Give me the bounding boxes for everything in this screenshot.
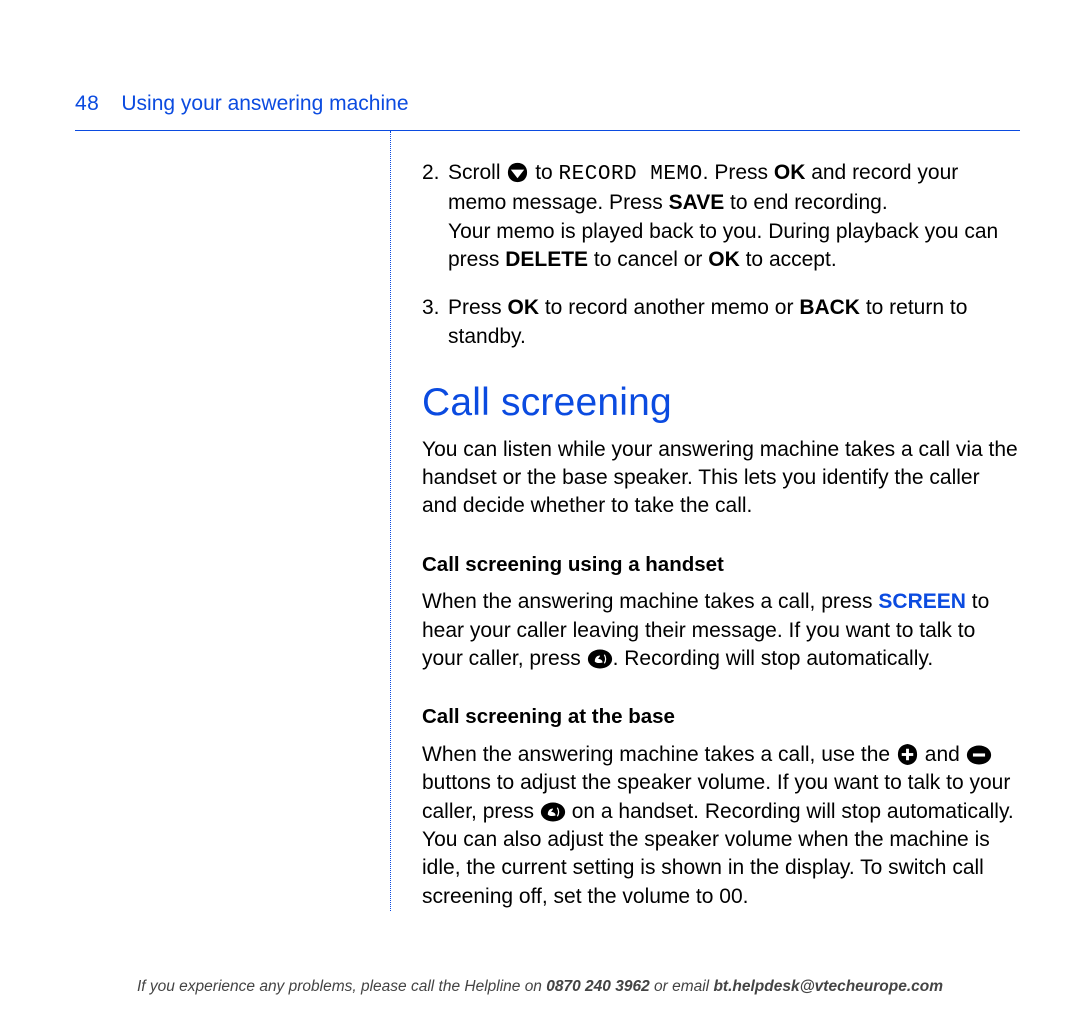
button-label: BACK <box>799 296 860 319</box>
button-label: OK <box>508 296 540 319</box>
page-number: 48 <box>75 92 99 116</box>
button-label: OK <box>708 248 740 271</box>
step-body: Press OK to record another memo or BACK … <box>448 294 1020 351</box>
section-intro: You can listen while your answering mach… <box>422 436 1020 521</box>
button-label: DELETE <box>505 248 588 271</box>
menu-item-label: RECORD MEMO <box>559 163 703 186</box>
step-text: to end recording. <box>724 191 887 214</box>
step-text: to <box>529 161 558 184</box>
paragraph-text: When the answering machine takes a call,… <box>422 743 896 766</box>
helpline-phone: 0870 240 3962 <box>546 978 649 995</box>
paragraph-text: . Recording will stop automatically. <box>613 647 934 670</box>
step-number: 3. <box>422 294 448 351</box>
left-margin-column <box>75 131 390 911</box>
talk-icon <box>587 648 613 670</box>
minus-button-icon <box>966 744 992 766</box>
two-column-layout: 2. Scroll to RECORD MEMO. Press OK and r… <box>75 131 1020 911</box>
step-number: 2. <box>422 159 448 274</box>
helpline-email: bt.helpdesk@vtecheurope.com <box>713 978 943 995</box>
step-text: Scroll <box>448 161 506 184</box>
page-header: 48 Using your answering machine <box>75 92 1020 116</box>
step-body: Scroll to RECORD MEMO. Press OK and reco… <box>448 159 1020 274</box>
footer-text: or email <box>650 978 714 995</box>
down-arrow-icon <box>506 161 529 184</box>
section-heading: Call screening <box>422 377 1020 430</box>
step-text: to accept. <box>740 248 837 271</box>
step-text: to cancel or <box>588 248 708 271</box>
step-text: to record another memo or <box>539 296 799 319</box>
paragraph-text: When the answering machine takes a call,… <box>422 590 878 613</box>
plus-button-icon <box>896 743 919 766</box>
button-label: SCREEN <box>878 590 966 613</box>
step-3: 3. Press OK to record another memo or BA… <box>422 294 1020 351</box>
body-column: 2. Scroll to RECORD MEMO. Press OK and r… <box>392 131 1020 911</box>
footer-helpline: If you experience any problems, please c… <box>0 978 1080 996</box>
subsection-heading: Call screening at the base <box>422 703 1020 731</box>
subsection-heading: Call screening using a handset <box>422 551 1020 579</box>
footer-text: If you experience any problems, please c… <box>137 978 546 995</box>
paragraph-text: and <box>919 743 966 766</box>
step-text: Press <box>448 296 508 319</box>
button-label: SAVE <box>669 191 725 214</box>
button-label: OK <box>774 161 806 184</box>
subsection-paragraph: When the answering machine takes a call,… <box>422 588 1020 673</box>
manual-page: 48 Using your answering machine 2. Scrol… <box>0 0 1080 911</box>
talk-icon <box>540 801 566 823</box>
step-text: . Press <box>703 161 774 184</box>
chapter-title: Using your answering machine <box>121 92 408 116</box>
step-2: 2. Scroll to RECORD MEMO. Press OK and r… <box>422 159 1020 274</box>
subsection-paragraph: When the answering machine takes a call,… <box>422 741 1020 911</box>
